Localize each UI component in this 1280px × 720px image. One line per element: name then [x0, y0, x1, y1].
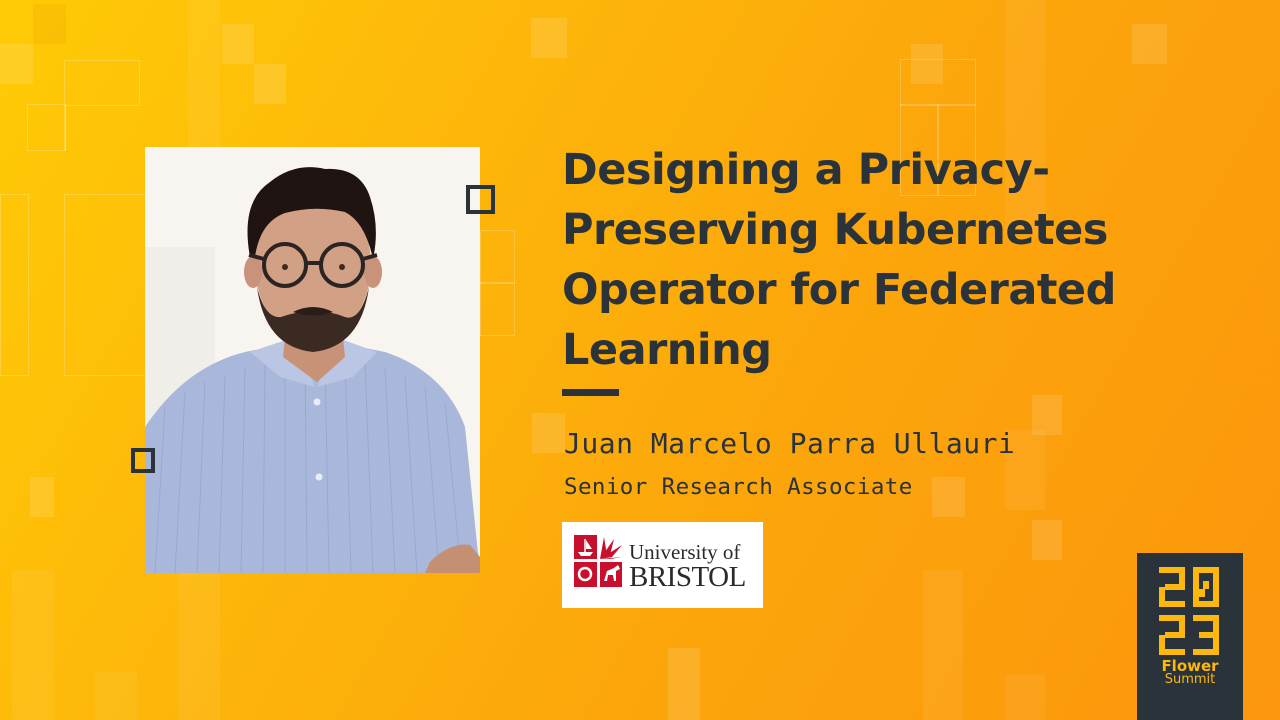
bg-tile [531, 18, 567, 58]
bg-tile [0, 44, 33, 84]
event-badge: Flower Summit [1137, 553, 1243, 720]
bg-outline [64, 194, 147, 376]
bg-column [923, 570, 963, 720]
bg-tile [254, 64, 286, 104]
year-pixel-digits [1159, 567, 1219, 655]
university-logo: University of BRISTOL [562, 522, 763, 608]
university-name-line2: BRISTOL [629, 561, 746, 593]
bg-column [12, 570, 54, 720]
speaker-role: Senior Research Associate [564, 474, 913, 500]
talk-title-line: Preserving Kubernetes [562, 205, 1108, 255]
bg-tile [668, 648, 700, 720]
university-crest-icon [574, 535, 622, 587]
talk-title-line: Operator for Federated [562, 265, 1116, 315]
badge-event-name-line2: Summit [1164, 672, 1216, 687]
bg-tile [222, 24, 254, 64]
title-divider [562, 389, 619, 396]
bg-outline [480, 282, 515, 336]
square-marker-icon [131, 448, 155, 473]
bg-tile [33, 4, 66, 44]
bg-tile [1032, 520, 1062, 560]
bg-tile [532, 413, 565, 453]
year-digits-bottom [1159, 615, 1219, 655]
university-name: University of BRISTOL [629, 540, 746, 593]
bg-outline [64, 104, 66, 151]
university-name-line1: University of [629, 540, 741, 564]
bg-tile [30, 477, 54, 517]
bg-column [95, 672, 137, 720]
bg-outline [0, 194, 29, 376]
square-marker-icon [466, 185, 495, 214]
bg-outline [27, 104, 66, 151]
bg-column [1005, 675, 1045, 720]
talk-title-line: Learning [562, 325, 772, 375]
talk-title-line: Designing a Privacy- [562, 145, 1050, 195]
bg-tile [1132, 24, 1167, 64]
speaker-portrait-illustration [145, 147, 480, 573]
speaker-photo [145, 147, 480, 573]
talk-title: Designing a Privacy- Preserving Kubernet… [562, 140, 1202, 380]
bg-tile [1032, 395, 1062, 435]
bg-outline [480, 230, 515, 284]
bg-outline [900, 59, 976, 106]
bg-outline [64, 60, 140, 106]
bg-column [178, 573, 220, 720]
year-digits-top [1159, 567, 1219, 607]
speaker-name: Juan Marcelo Parra Ullauri [564, 427, 1016, 460]
bg-tile [932, 477, 965, 517]
